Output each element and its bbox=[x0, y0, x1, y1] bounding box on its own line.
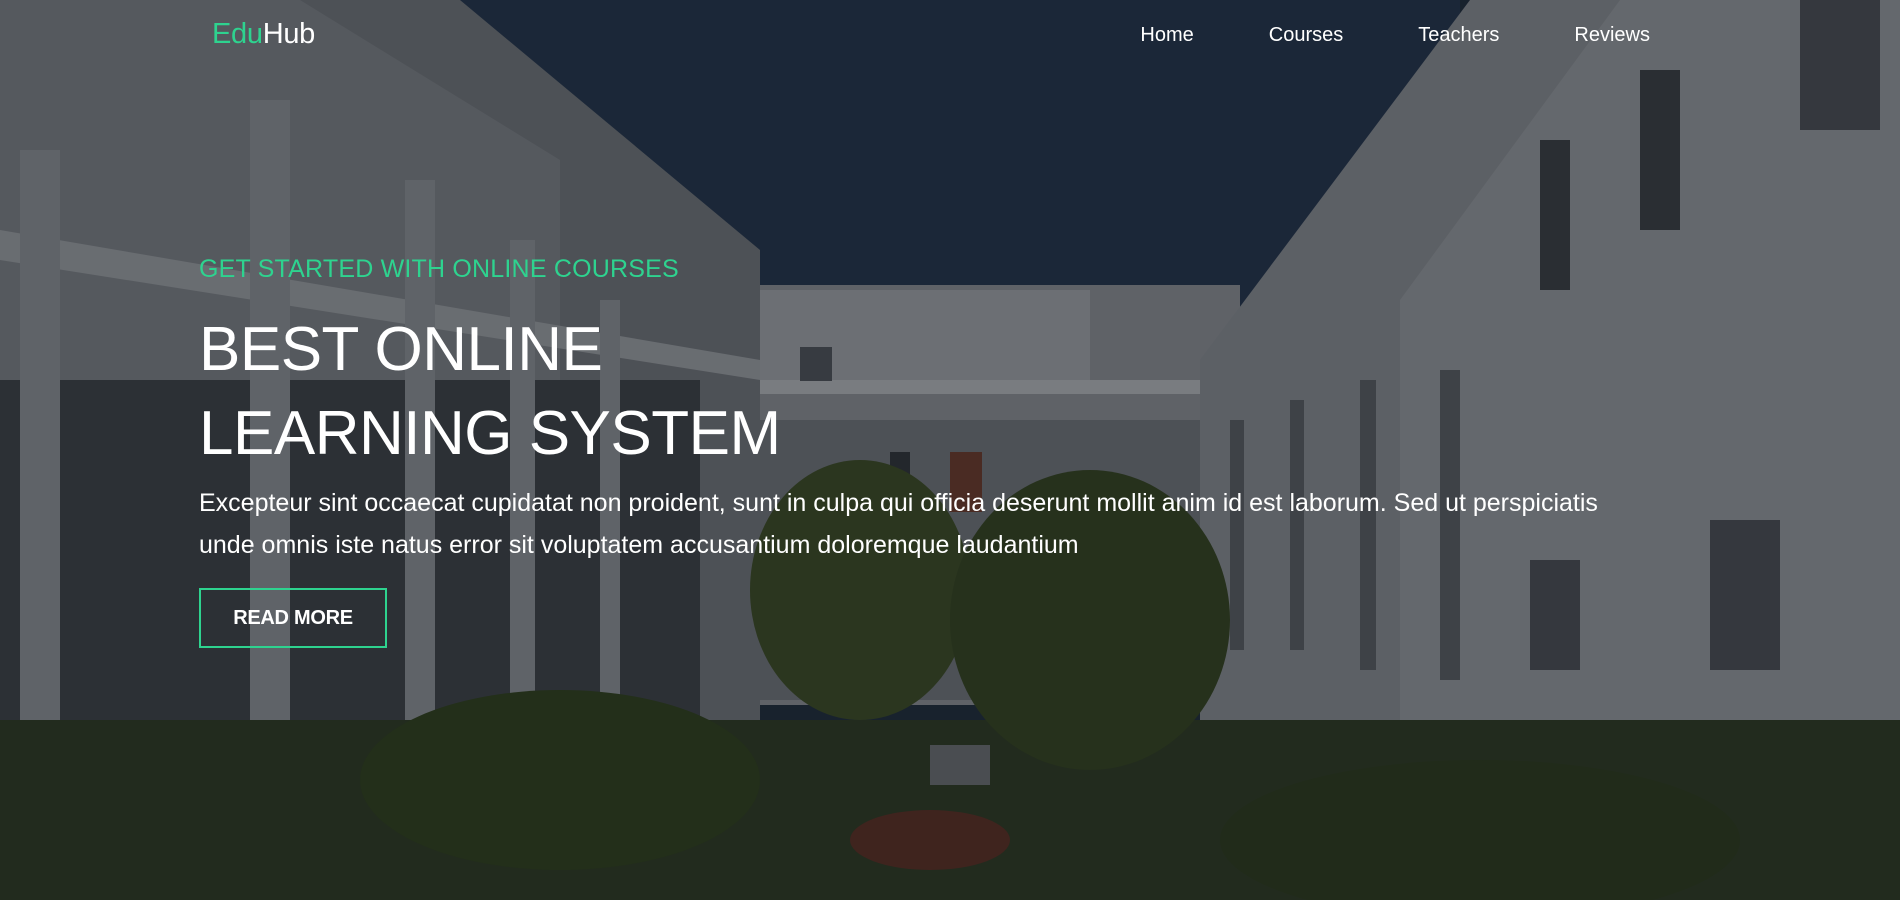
logo-rest-text: Hub bbox=[262, 18, 316, 50]
hero-kicker: GET STARTED WITH ONLINE COURSES bbox=[199, 255, 679, 283]
nav-link-teachers[interactable]: Teachers bbox=[1418, 24, 1499, 47]
hero-headline-line2: LEARNING SYSTEM bbox=[199, 399, 781, 468]
nav-link-reviews[interactable]: Reviews bbox=[1574, 24, 1650, 47]
hero-description: Excepteur sint occaecat cupidatat non pr… bbox=[199, 489, 1598, 559]
hero-headline-line1: BEST ONLINE bbox=[199, 315, 603, 384]
nav-link-home[interactable]: Home bbox=[1140, 24, 1193, 47]
read-more-button[interactable]: READ MORE bbox=[199, 588, 387, 648]
hero-content: GET STARTED WITH ONLINE COURSES BEST ONL… bbox=[199, 255, 1699, 648]
brand-logo[interactable]: EduHub bbox=[212, 18, 315, 51]
top-navbar: EduHub Home Courses Teachers Reviews bbox=[0, 0, 1900, 72]
hero-headline: BEST ONLINE LEARNING SYSTEM bbox=[199, 308, 1699, 476]
hero-section: EduHub Home Courses Teachers Reviews GET… bbox=[0, 0, 1900, 900]
nav-link-courses[interactable]: Courses bbox=[1269, 24, 1343, 47]
logo-accent-text: Edu bbox=[212, 18, 263, 50]
nav-links: Home Courses Teachers Reviews bbox=[1065, 24, 1650, 47]
